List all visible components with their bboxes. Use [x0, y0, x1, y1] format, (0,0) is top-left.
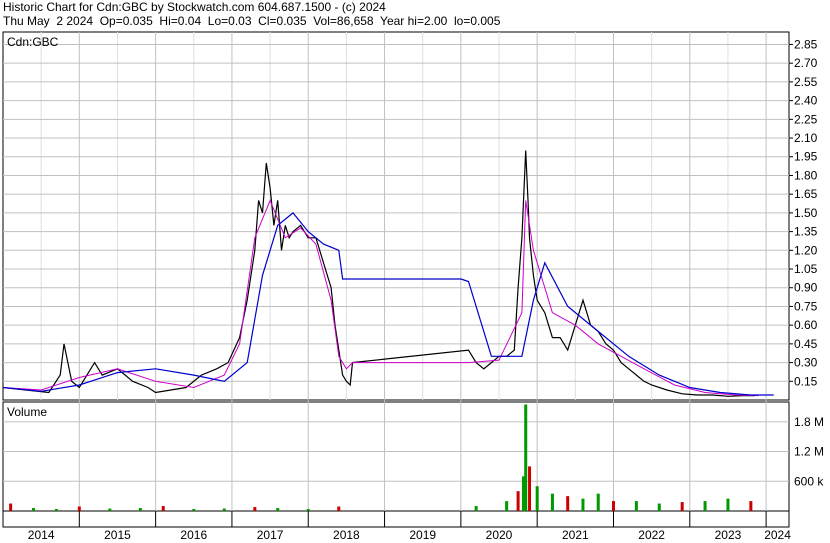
volume-label: Volume	[7, 405, 47, 419]
y-tick-label: 0.90	[794, 281, 818, 295]
price-panel	[2, 31, 790, 401]
x-tick-label: 2019	[409, 528, 436, 542]
y-tick-label: 2.25	[794, 112, 818, 126]
volume-bar	[581, 498, 585, 511]
x-tick-label: 2021	[562, 528, 589, 542]
y-tick-label: 0.45	[794, 337, 818, 351]
volume-bar	[32, 508, 36, 511]
volume-bar	[516, 491, 520, 511]
y-tick-label: 2.70	[794, 56, 818, 70]
y-tick-label: 2.10	[794, 131, 818, 145]
x-tick-label: 2017	[257, 528, 284, 542]
volume-bar	[703, 501, 707, 511]
volume-bar	[680, 502, 684, 511]
volume-bar	[726, 498, 730, 511]
y-tick-label: 1.80	[794, 168, 818, 182]
y-tick-label: 2.40	[794, 94, 818, 108]
volume-bar	[306, 509, 310, 511]
volume-bar	[550, 493, 554, 511]
y-tick-label: 0.30	[794, 356, 818, 370]
volume-bar	[566, 496, 570, 511]
y-tick-label: 1.95	[794, 150, 818, 164]
y-tick-label: 1.05	[794, 262, 818, 276]
volume-bar	[749, 501, 753, 511]
volume-bar	[528, 466, 532, 511]
stock-chart: 2014 2015 2016 2017 2018 2019 2020 2021 2022 2023…	[2, 31, 824, 542]
volume-bar	[535, 486, 539, 511]
volume-bar	[253, 507, 257, 511]
volume-bar	[108, 508, 112, 511]
y-tick-label: 1.20	[794, 243, 818, 257]
volume-bar	[505, 501, 509, 511]
volume-bar	[77, 506, 81, 511]
volume-panel	[2, 401, 790, 512]
series-line-ma_long	[2, 212, 774, 396]
x-tick-label: 2016	[180, 528, 207, 542]
series-line-price	[2, 150, 755, 397]
volume-bar	[474, 506, 478, 511]
x-tick-label: 2022	[638, 528, 665, 542]
y-tick-label: 1.65	[794, 187, 818, 201]
volume-bar	[611, 501, 615, 511]
volume-bar	[276, 508, 280, 511]
x-tick-label: 2014	[28, 528, 55, 542]
x-tick-label: 2018	[333, 528, 360, 542]
volume-bar	[657, 503, 661, 511]
y-tick-label: 1.50	[794, 206, 818, 220]
x-tick-label: 2024	[764, 528, 791, 542]
y-tick-label: 0.75	[794, 299, 818, 313]
volume-tick-label: 600 k	[794, 474, 824, 488]
y-tick-label: 0.60	[794, 318, 818, 332]
chart-page: Historic Chart for Cdn:GBC by Stockwatch…	[0, 0, 830, 543]
volume-bar	[138, 508, 142, 511]
volume-bar	[524, 404, 528, 511]
volume-bar	[9, 503, 13, 511]
y-tick-label: 0.15	[794, 374, 818, 388]
y-tick-label: 1.35	[794, 225, 818, 239]
symbol-label: Cdn:GBC	[7, 35, 59, 49]
volume-bar	[337, 506, 341, 511]
volume-bar	[596, 493, 600, 511]
volume-bar	[192, 509, 196, 511]
x-tick-label: 2020	[486, 528, 513, 542]
volume-tick-label: 1.8 M	[794, 415, 824, 429]
date-axis	[2, 510, 790, 528]
volume-bar	[161, 506, 165, 511]
volume-bar	[54, 509, 58, 511]
volume-tick-label: 1.2 M	[794, 445, 824, 459]
y-tick-label: 2.85	[794, 37, 818, 51]
volume-bar	[634, 501, 638, 511]
y-tick-label: 2.55	[794, 75, 818, 89]
volume-bar	[222, 508, 226, 511]
x-tick-label: 2023	[715, 528, 742, 542]
x-tick-label: 2015	[104, 528, 131, 542]
